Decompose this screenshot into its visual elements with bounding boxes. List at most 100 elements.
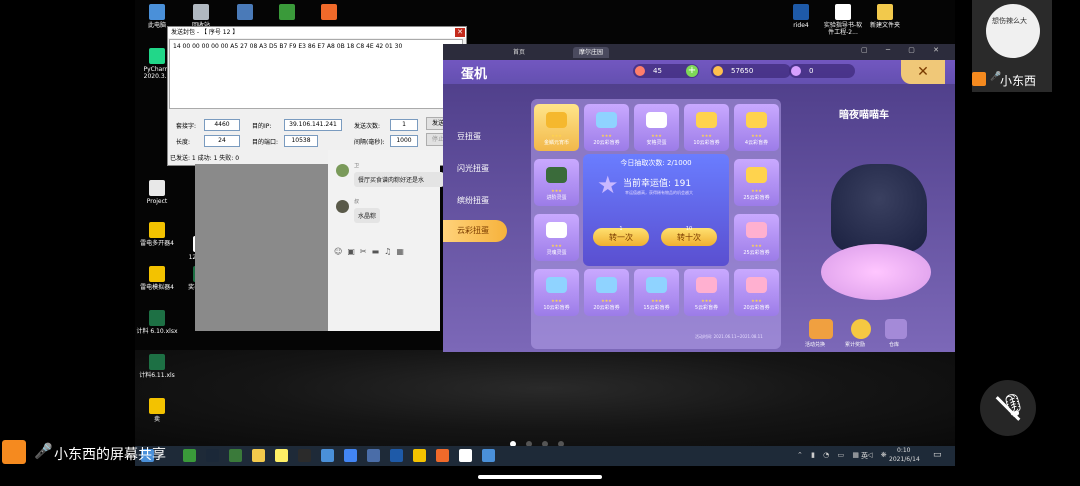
gacha-item[interactable]: ★★★ 15云彩盲券 xyxy=(634,269,679,316)
taskbar-app-icon[interactable] xyxy=(459,449,472,462)
add-gem-button[interactable]: + xyxy=(686,65,698,77)
taskbar-app-icon[interactable] xyxy=(229,449,242,462)
length-field[interactable]: 24 xyxy=(204,135,240,147)
item-icon xyxy=(696,277,717,293)
tab-mole-manor[interactable]: 摩尔庄园 xyxy=(573,47,610,58)
reward-icon[interactable] xyxy=(851,319,871,339)
warehouse-icon[interactable] xyxy=(885,319,907,339)
notification-icon[interactable]: ▭ xyxy=(933,450,942,460)
gacha-item[interactable]: ★★★ 4云彩盲券 xyxy=(734,104,779,151)
chat-sender-name: 叔 xyxy=(354,199,360,205)
desktop-icon[interactable] xyxy=(307,4,351,22)
taskbar-app-icon[interactable] xyxy=(413,449,426,462)
side-tab-colorful[interactable]: 缤纷扭蛋 xyxy=(443,190,517,212)
home-indicator[interactable] xyxy=(478,475,602,479)
hex-payload-field[interactable]: 14 00 00 00 00 00 A5 27 08 A3 D5 B7 F9 E… xyxy=(169,39,463,109)
input-language[interactable]: 英 xyxy=(861,451,868,461)
folder-icon[interactable]: ▬ xyxy=(372,247,385,256)
spin-ten-button[interactable]: 10 转十次 xyxy=(661,226,717,246)
desktop-icon[interactable]: ride4 xyxy=(779,4,823,29)
item-name: 20云彩盲券 xyxy=(593,140,620,146)
desktop-icon[interactable]: Project xyxy=(135,180,179,205)
desktop-icon-label: 新建文件夹 xyxy=(869,22,900,29)
participant-video-tile[interactable]: 想伤辣么大 🎤 小东西 xyxy=(972,0,1052,92)
gacha-item[interactable]: ★★★ 安格灵蛋 xyxy=(634,104,679,151)
gacha-item[interactable]: ★★★ 灵魂灵蛋 xyxy=(534,214,579,261)
file-icon xyxy=(193,4,209,20)
gacha-item[interactable]: ★★★ 25云彩盲券 xyxy=(734,159,779,206)
side-tab-cloud[interactable]: 云彩扭蛋 xyxy=(443,220,507,242)
mute-button[interactable]: 🎙 xyxy=(980,380,1036,436)
taskbar-app-icon[interactable] xyxy=(321,449,334,462)
coin-icon xyxy=(713,66,723,76)
file-icon xyxy=(149,266,165,282)
taskbar-app-icon[interactable] xyxy=(390,449,403,462)
spin-once-button[interactable]: 1 转一次 xyxy=(593,226,649,246)
desktop-icon-label: 实验指导书-软件工程-2... xyxy=(823,22,863,36)
desktop-icon[interactable]: 计料 6.10.xlsx xyxy=(135,310,179,335)
ip-field[interactable]: 39.106.141.241 xyxy=(284,119,342,131)
bottom-button-exchange[interactable]: 活动兑换 xyxy=(805,341,825,348)
gacha-item[interactable]: ★★★ 20云彩盲券 xyxy=(584,104,629,151)
dialog-close-button[interactable]: ✕ xyxy=(455,28,465,37)
close-icon[interactable]: ✕ xyxy=(901,60,945,84)
item-name: 金鳞元宵币 xyxy=(543,140,569,146)
taskbar-app-icon[interactable] xyxy=(206,449,219,462)
tab-home[interactable]: 首页 xyxy=(507,47,531,58)
gacha-item[interactable]: ★★★ 10云彩盲券 xyxy=(534,269,579,316)
item-name: 20云彩盲券 xyxy=(593,305,620,311)
star-icon: ★ xyxy=(597,171,619,199)
gacha-item[interactable]: ★★★ 金鳞元宵币 xyxy=(534,104,579,151)
rarity-stars: ★★★ xyxy=(701,133,712,138)
desktop-icon[interactable]: 实验指导书-软件工程-2... xyxy=(821,4,865,36)
avatar xyxy=(336,200,349,213)
desktop-icon[interactable]: 新建文件夹 xyxy=(863,4,907,29)
luck-hint: 幸运值越高，获得稀有物品的机会越大 xyxy=(625,190,693,195)
socket-field[interactable]: 4460 xyxy=(204,119,240,131)
luck-value: 当前幸运值: 191 xyxy=(623,179,692,189)
desktop-icon[interactable]: 雷电模拟器4 xyxy=(135,266,179,291)
file-icon xyxy=(149,4,165,20)
gacha-item[interactable]: ★★★ 进阶灵蛋 xyxy=(534,159,579,206)
desktop-icon[interactable] xyxy=(223,4,267,22)
emoji-icon[interactable]: ☺ xyxy=(334,247,347,256)
desktop-icon[interactable]: 卖 xyxy=(135,398,179,423)
bottom-button-reward[interactable]: 累计奖励 xyxy=(845,341,865,348)
desktop-icon[interactable]: 计料6.11.xls xyxy=(135,354,179,379)
gacha-item[interactable]: ★★★ 5云彩盲券 xyxy=(684,269,729,316)
taskbar-app-icon[interactable] xyxy=(367,449,380,462)
item-icon xyxy=(746,222,767,238)
taskbar-app-icon[interactable] xyxy=(298,449,311,462)
gacha-item[interactable]: ★★★ 20云彩盲券 xyxy=(734,269,779,316)
clock-date[interactable]: 2021/6/14 xyxy=(889,456,920,463)
port-field[interactable]: 10538 xyxy=(284,135,318,147)
file-icon xyxy=(877,4,893,20)
window-controls[interactable]: ▢ ─ ▢ ✕ xyxy=(861,46,947,54)
desktop-icon[interactable] xyxy=(265,4,309,22)
gacha-item[interactable]: ★★★ 25云彩盲券 xyxy=(734,214,779,261)
taskbar-app-icon[interactable] xyxy=(436,449,449,462)
desktop-icon[interactable]: 雷电多开器4 xyxy=(135,222,179,247)
desktop-icon-label: Project xyxy=(146,198,168,205)
image-icon[interactable]: ▦ xyxy=(396,247,409,256)
taskbar-app-icon[interactable] xyxy=(275,449,288,462)
item-icon xyxy=(746,167,767,183)
side-tab-flash[interactable]: 闪光扭蛋 xyxy=(443,158,517,180)
clock-time[interactable]: 0:10 xyxy=(897,447,910,454)
side-tab-bean[interactable]: 豆扭蛋 xyxy=(443,126,517,148)
scissors-icon[interactable]: ✂ xyxy=(360,247,372,256)
taskbar-app-icon[interactable] xyxy=(344,449,357,462)
bottom-button-warehouse[interactable]: 仓库 xyxy=(889,341,899,348)
taskbar-app-icon[interactable] xyxy=(252,449,265,462)
gacha-item[interactable]: ★★★ 20云彩盲券 xyxy=(584,269,629,316)
gacha-item[interactable]: ★★★ 10云彩盲券 xyxy=(684,104,729,151)
rarity-stars: ★★★ xyxy=(751,188,762,193)
exchange-icon[interactable] xyxy=(809,319,833,339)
taskbar-app-icon[interactable] xyxy=(482,449,495,462)
item-name: 25云彩盲券 xyxy=(743,195,770,201)
gift-icon[interactable]: ▣ xyxy=(347,247,360,256)
tray-icons[interactable]: ⌃ ▮ ◔ ▭ ▦ ◁ ❋ xyxy=(797,451,890,459)
interval-field[interactable]: 1000 xyxy=(390,135,418,147)
send-count-field[interactable]: 1 xyxy=(390,119,418,131)
music-icon[interactable]: ♫ xyxy=(384,247,396,256)
